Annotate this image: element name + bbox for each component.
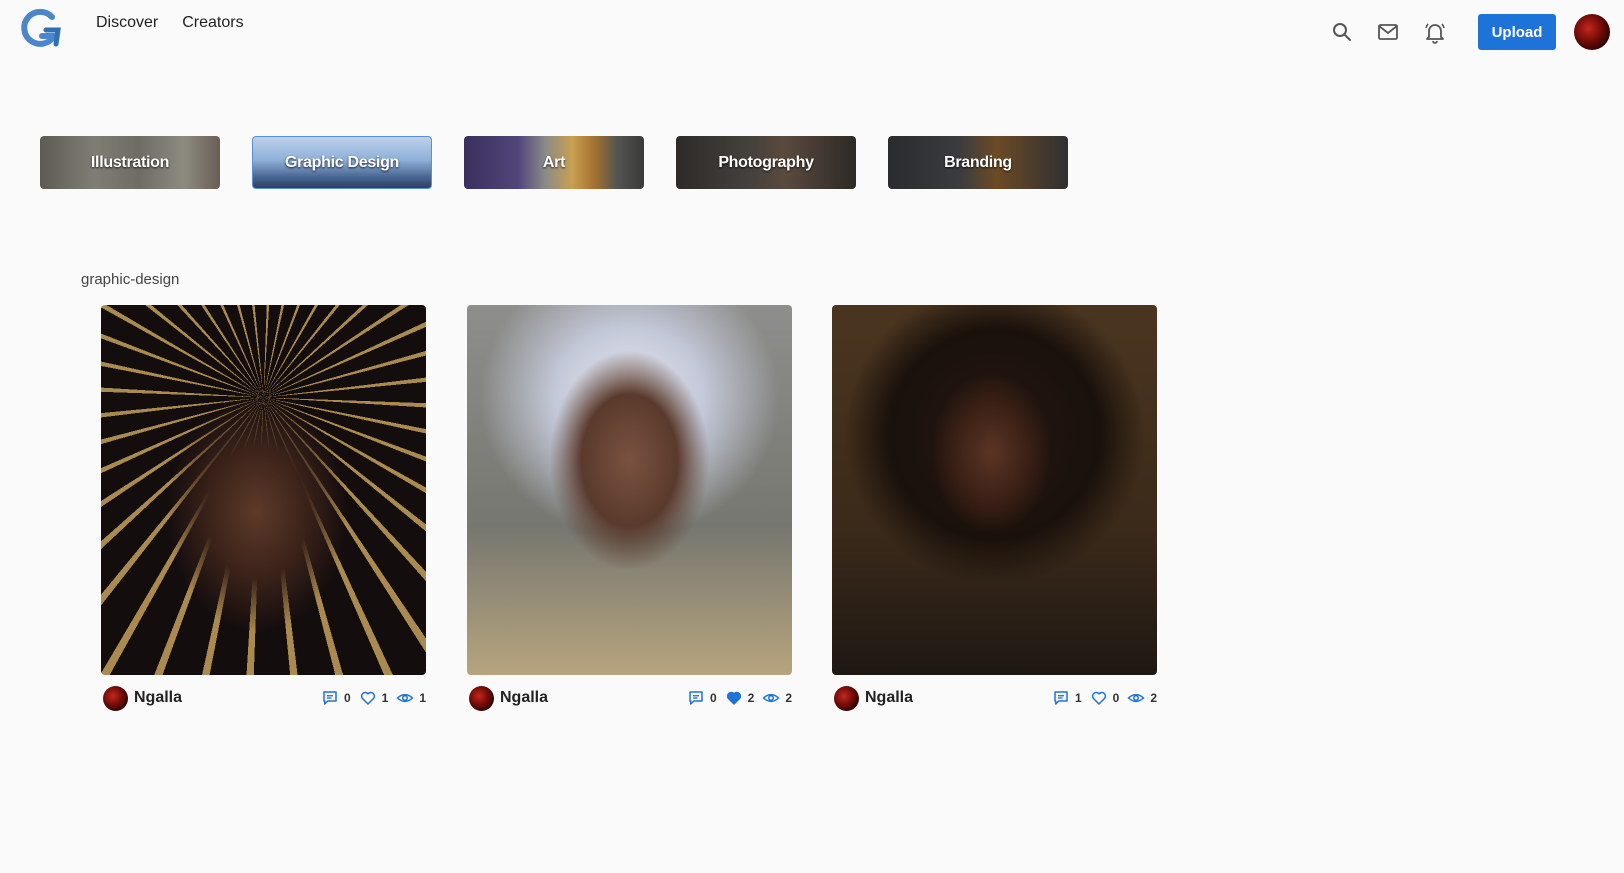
comment-stat[interactable]: 0 <box>687 689 717 707</box>
mail-icon[interactable] <box>1376 20 1400 44</box>
comment-stat[interactable]: 0 <box>321 689 351 707</box>
view-stat: 2 <box>1127 689 1157 707</box>
heart-icon <box>360 691 375 705</box>
section-title: graphic-design <box>81 271 180 288</box>
category-graphic-design[interactable]: Graphic Design <box>252 136 432 189</box>
post-card: Ngalla 0 1 1 <box>101 305 426 711</box>
post-image[interactable] <box>467 305 792 675</box>
eye-icon <box>1127 693 1145 703</box>
eye-icon <box>396 693 414 703</box>
heart-icon <box>1091 691 1106 705</box>
comment-icon <box>689 691 703 705</box>
comment-count: 0 <box>709 691 717 705</box>
category-bar: Illustration Graphic Design Art Photogra… <box>40 136 1068 189</box>
view-count: 1 <box>419 691 426 705</box>
post-image[interactable] <box>832 305 1157 675</box>
comment-count: 0 <box>343 691 351 705</box>
like-stat[interactable]: 0 <box>1090 689 1120 707</box>
view-count: 2 <box>785 691 792 705</box>
post-stats: 1 0 2 <box>1052 689 1157 707</box>
heart-filled-icon <box>726 691 741 705</box>
view-stat: 1 <box>396 689 426 707</box>
like-count: 0 <box>1112 691 1120 705</box>
upload-button[interactable]: Upload <box>1478 14 1556 50</box>
like-count: 2 <box>747 691 755 705</box>
main-nav: Discover Creators <box>96 14 244 32</box>
author-name[interactable]: Ngalla <box>134 689 182 707</box>
author-avatar[interactable] <box>834 685 859 711</box>
nav-discover[interactable]: Discover <box>96 14 158 32</box>
post-image[interactable] <box>101 305 426 675</box>
eye-icon <box>762 693 780 703</box>
user-avatar[interactable] <box>1574 14 1610 50</box>
author-name[interactable]: Ngalla <box>500 689 548 707</box>
category-label: Art <box>542 153 566 171</box>
author-name[interactable]: Ngalla <box>865 689 913 707</box>
comment-stat[interactable]: 1 <box>1052 689 1082 707</box>
category-label: Graphic Design <box>284 153 400 171</box>
category-label: Branding <box>944 153 1012 171</box>
post-card: Ngalla 1 0 2 <box>832 305 1157 711</box>
author-avatar[interactable] <box>469 685 494 711</box>
view-stat: 2 <box>762 689 792 707</box>
like-count: 1 <box>381 691 389 705</box>
post-stats: 0 1 1 <box>321 689 426 707</box>
category-photography[interactable]: Photography <box>676 136 856 189</box>
view-count: 2 <box>1150 691 1157 705</box>
category-label: Photography <box>718 153 814 171</box>
comment-icon <box>323 691 337 705</box>
category-art[interactable]: Art <box>464 136 644 189</box>
comment-icon <box>1054 691 1068 705</box>
post-stats: 0 2 2 <box>687 689 792 707</box>
nav-creators[interactable]: Creators <box>182 14 243 32</box>
category-illustration[interactable]: Illustration <box>40 136 220 189</box>
like-stat[interactable]: 2 <box>725 689 755 707</box>
bell-icon[interactable] <box>1423 20 1447 44</box>
brand-logo-icon[interactable] <box>18 8 62 50</box>
category-branding[interactable]: Branding <box>888 136 1068 189</box>
comment-count: 1 <box>1074 691 1082 705</box>
search-icon[interactable] <box>1330 20 1354 44</box>
category-label: Illustration <box>90 153 170 171</box>
author-avatar[interactable] <box>103 685 128 711</box>
post-card: Ngalla 0 2 2 <box>467 305 792 711</box>
like-stat[interactable]: 1 <box>359 689 389 707</box>
